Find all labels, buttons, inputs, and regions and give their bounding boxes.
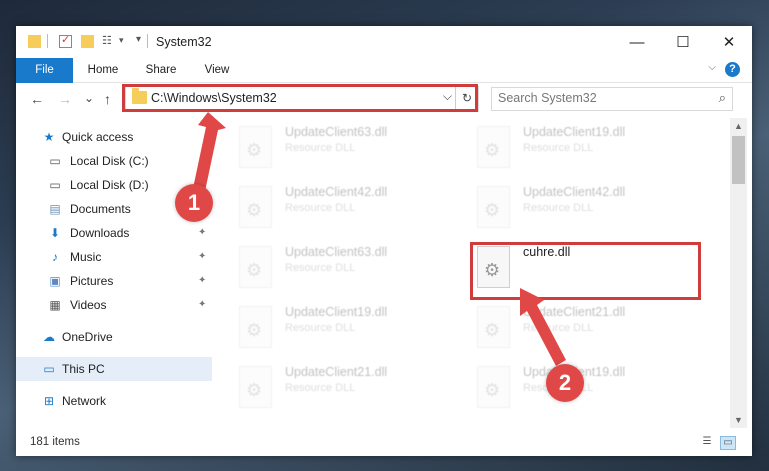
step-2-badge: 2 (546, 364, 584, 402)
arrow-2-icon (520, 288, 566, 366)
step-1-badge: 1 (175, 184, 213, 222)
annotation-arrows (192, 112, 566, 366)
